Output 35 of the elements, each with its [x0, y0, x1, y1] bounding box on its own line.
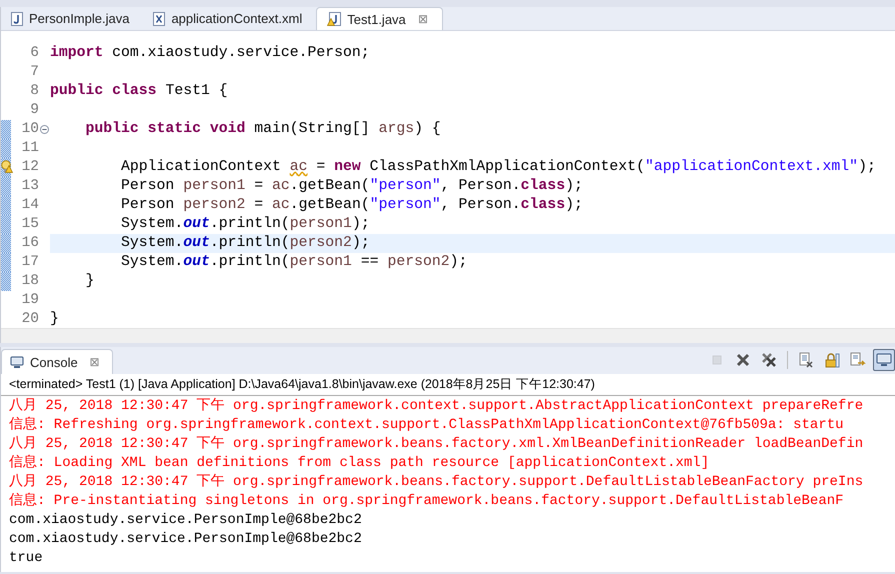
- console-line: com.xiaostudy.service.PersonImple@68be2bc2: [9, 511, 363, 530]
- monitor-button[interactable]: [873, 349, 895, 371]
- document-cross-icon: [798, 352, 814, 368]
- code-line: public static void main(String[] args) {: [84, 120, 442, 139]
- console-line: 八月 25, 2018 12:30:47 下午 org.springframework.beans.factory.support.DefaultListableBeanFactory preIns: [9, 473, 864, 492]
- console-line: 信息: Loading XML bean definitions from class path resource [applicationContext.xml]: [9, 454, 710, 473]
- code-line: }: [84, 272, 96, 291]
- double-cross-icon: [761, 352, 777, 368]
- console-header: <terminated> Test1 (1) [Java Application] D:\Java64\java1.8\bin\javaw.exe (2018年8月25日 下午12:30:47): [1, 374, 895, 396]
- code-line: public class Test1 {: [50, 82, 229, 101]
- console-tab[interactable]: Console ⊠: [1, 349, 113, 374]
- console-line: 八月 25, 2018 12:30:47 下午 org.springframework.beans.factory.xml.XmlBeanDefinitionReader loadBeanDefin: [9, 435, 864, 454]
- console-line: 信息: Pre-instantiating singletons in org.springframework.beans.factory.support.DefaultListableBeanF: [9, 492, 845, 511]
- editor-tab[interactable]: applicationContext.xml: [143, 7, 316, 30]
- code-line: ApplicationContext ac = new ClassPathXmlApplicationContext("applicationContext.xml");: [120, 158, 877, 177]
- lock-icon: [824, 352, 840, 368]
- console-line: 信息: Refreshing org.springframework.context.support.ClassPathXmlApplicationContext@76fb509a: startu: [9, 416, 845, 435]
- close-button[interactable]: ⊠: [90, 355, 100, 369]
- code-line: System.out.println(person1 == person2);: [120, 253, 468, 272]
- code-line: }: [50, 310, 60, 328]
- code-line: Person person2 = ac.getBean("person", Person.class);: [120, 196, 584, 215]
- horizontal-scrollbar[interactable]: [1, 328, 895, 343]
- document-arrow-icon: [850, 352, 866, 368]
- cross-icon: [735, 352, 751, 368]
- close-button[interactable]: ⊠: [418, 12, 428, 26]
- editor-tab[interactable]: PersonImple.java: [1, 7, 144, 30]
- console-line: 八月 25, 2018 12:30:47 下午 org.springframework.context.support.AbstractApplicationContext prepareRefre: [9, 397, 864, 416]
- code-line: System.out.println(person1);: [120, 215, 371, 234]
- code-line: Person person1 = ac.getBean("person", Person.class);: [120, 177, 584, 196]
- console-line: true: [9, 549, 44, 568]
- monitor-icon: [10, 356, 24, 368]
- code-line: import com.xiaostudy.service.Person;: [50, 44, 371, 63]
- editor-tab[interactable]: Test1.java ⊠: [316, 7, 443, 30]
- console-line: com.xiaostudy.service.PersonImple@68be2bc2: [9, 530, 363, 549]
- monitor-icon: [876, 352, 892, 368]
